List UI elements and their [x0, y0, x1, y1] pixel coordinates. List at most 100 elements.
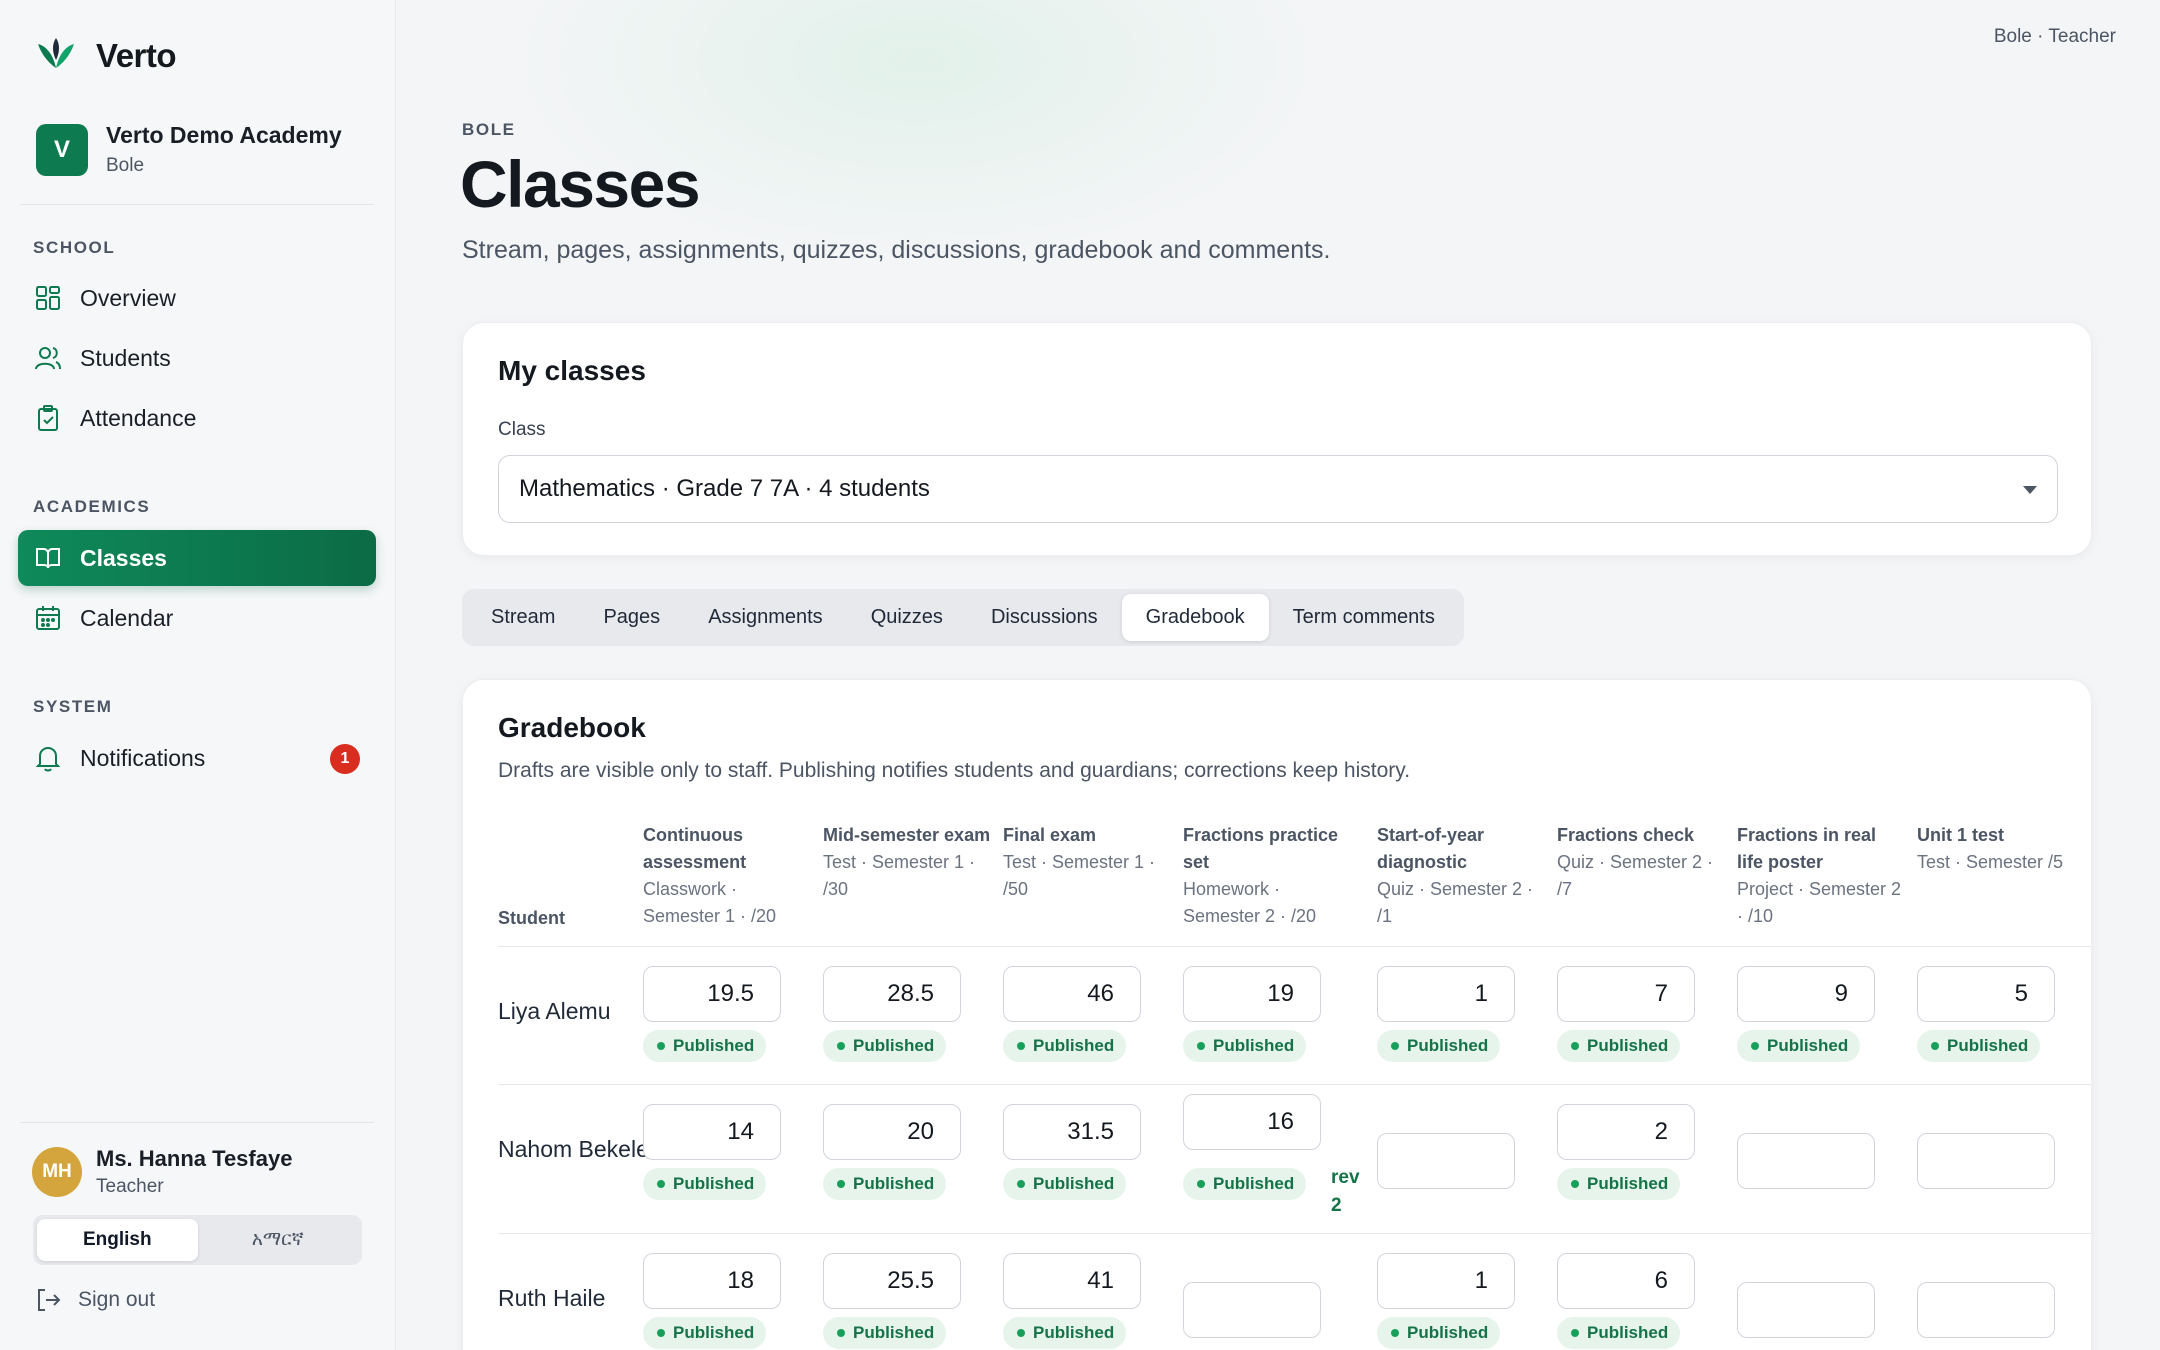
table-divider — [498, 946, 2091, 947]
score-input[interactable]: 18 — [643, 1253, 781, 1309]
sidebar-item-label: Students — [80, 344, 171, 371]
sidebar: Verto V Verto Demo Academy Bole SCHOOL O… — [0, 0, 396, 1350]
school-switcher[interactable]: V Verto Demo Academy Bole — [36, 122, 342, 177]
score-input[interactable] — [1377, 1133, 1515, 1189]
score-input[interactable] — [1917, 1282, 2055, 1338]
tab-discussions[interactable]: Discussions — [967, 594, 1122, 641]
users-icon — [35, 347, 61, 370]
notification-count-badge: 1 — [330, 744, 360, 774]
score-input[interactable]: 25.5 — [823, 1253, 961, 1309]
sidebar-item-label: Notifications — [80, 744, 206, 771]
score-input[interactable]: 46 — [1003, 966, 1141, 1022]
section-label-academics: ACADEMICS — [33, 497, 151, 516]
language-option-amharic[interactable]: አማርኛ — [198, 1219, 359, 1261]
status-badge: Published — [1183, 1030, 1307, 1062]
grid-icon — [36, 286, 60, 310]
tab-quizzes[interactable]: Quizzes — [847, 594, 967, 641]
topbar-user-label[interactable]: Bole · Teacher — [1994, 26, 2116, 48]
score-input[interactable]: 6 — [1557, 1253, 1695, 1309]
score-input[interactable]: 28.5 — [823, 966, 961, 1022]
page-eyebrow: BOLE — [462, 120, 516, 139]
status-badge: Published — [1557, 1168, 1681, 1200]
sidebar-item-overview[interactable]: Overview — [18, 270, 376, 326]
status-badge: Published — [643, 1030, 767, 1062]
score-input[interactable]: 20 — [823, 1104, 961, 1160]
column-meta: Test · Semester 1 · /50 — [1003, 852, 1156, 899]
score-input[interactable]: 14 — [643, 1104, 781, 1160]
column-meta: Quiz · Semester 2 · /1 — [1377, 879, 1534, 926]
sidebar-item-label: Classes — [80, 544, 167, 571]
class-tabs: Stream Pages Assignments Quizzes Discuss… — [462, 589, 1464, 646]
sidebar-item-label: Calendar — [80, 604, 174, 631]
sidebar-footer-divider — [20, 1122, 374, 1123]
class-select[interactable]: Mathematics · Grade 7 7A · 4 students — [498, 455, 2058, 523]
user-role: Teacher — [96, 1176, 164, 1197]
gradebook-column-header: Final exam Test · Semester 1 · /50 — [1003, 822, 1171, 903]
column-title: Continuous assessment — [643, 825, 747, 872]
book-open-icon — [36, 548, 60, 569]
revision-link[interactable]: rev 2 — [1331, 1164, 1371, 1220]
status-badge: Published — [1003, 1030, 1127, 1062]
score-input[interactable]: 1 — [1377, 966, 1515, 1022]
column-meta: Test · Semester 1 · /30 — [823, 852, 976, 899]
sign-out-button[interactable]: Sign out — [34, 1286, 155, 1314]
status-badge: Published — [1003, 1317, 1127, 1349]
column-meta: Quiz · Semester 2 · /7 — [1557, 852, 1714, 899]
score-input[interactable]: 19.5 — [643, 966, 781, 1022]
score-input[interactable]: 31.5 — [1003, 1104, 1141, 1160]
score-input[interactable]: 9 — [1737, 966, 1875, 1022]
brand[interactable]: Verto — [34, 34, 177, 78]
clipboard-check-icon — [38, 405, 58, 431]
status-badge: Published — [823, 1168, 947, 1200]
chevron-down-icon — [2023, 486, 2037, 494]
card-title: My classes — [498, 355, 646, 386]
score-input[interactable]: 19 — [1183, 966, 1321, 1022]
gradebook-column-header: Fractions in real life poster Project · S… — [1737, 822, 1905, 930]
page-title: Classes — [460, 147, 701, 221]
user-profile[interactable]: MH Ms. Hanna Tesfaye Teacher — [32, 1146, 292, 1198]
status-badge: Published — [643, 1168, 767, 1200]
score-input[interactable] — [1917, 1133, 2055, 1189]
score-input[interactable] — [1737, 1282, 1875, 1338]
status-badge: Published — [1377, 1317, 1501, 1349]
sidebar-item-label: Attendance — [80, 404, 197, 431]
score-input[interactable] — [1737, 1133, 1875, 1189]
tab-assignments[interactable]: Assignments — [684, 594, 847, 641]
brand-name: Verto — [96, 37, 177, 74]
score-input[interactable]: 41 — [1003, 1253, 1141, 1309]
tab-gradebook[interactable]: Gradebook — [1121, 594, 1269, 641]
sidebar-item-students[interactable]: Students — [18, 330, 376, 386]
section-label-school: SCHOOL — [33, 238, 116, 257]
gradebook-description: Drafts are visible only to staff. Publis… — [498, 759, 1411, 782]
score-input[interactable]: 16 — [1183, 1094, 1321, 1150]
sidebar-item-classes[interactable]: Classes — [18, 530, 376, 586]
sidebar-item-notifications[interactable]: Notifications 1 — [18, 730, 376, 786]
status-badge: Published — [823, 1030, 947, 1062]
column-title: Fractions practice set — [1183, 825, 1339, 872]
section-label-system: SYSTEM — [33, 697, 113, 716]
school-name: Verto Demo Academy — [106, 122, 342, 148]
sign-out-icon — [38, 1289, 61, 1311]
status-badge: Published — [643, 1317, 767, 1349]
sign-out-label: Sign out — [78, 1288, 156, 1311]
score-input[interactable]: 1 — [1377, 1253, 1515, 1309]
gradebook-column-header: Start-of-year diagnostic Quiz · Semester … — [1377, 822, 1545, 930]
student-column-header: Student — [498, 908, 565, 928]
column-meta: Classwork · Semester 1 · /20 — [643, 879, 777, 926]
score-input[interactable]: 2 — [1557, 1104, 1695, 1160]
column-meta: Test · Semester /5 — [1917, 852, 2064, 872]
tab-stream[interactable]: Stream — [467, 594, 579, 641]
status-badge: Published — [1737, 1030, 1861, 1062]
tab-term-comments[interactable]: Term comments — [1269, 594, 1459, 641]
sidebar-item-label: Overview — [80, 284, 176, 311]
student-name: Liya Alemu — [498, 998, 611, 1024]
score-input[interactable] — [1183, 1282, 1321, 1338]
language-option-english[interactable]: English — [37, 1219, 198, 1261]
tab-pages[interactable]: Pages — [579, 594, 684, 641]
language-switch: English አማርኛ — [33, 1215, 362, 1265]
score-input[interactable]: 7 — [1557, 966, 1695, 1022]
main-content: Bole · Teacher BOLE Classes Stream, page… — [397, 0, 2160, 1350]
score-input[interactable]: 5 — [1917, 966, 2055, 1022]
sidebar-item-calendar[interactable]: Calendar — [18, 590, 376, 646]
sidebar-item-attendance[interactable]: Attendance — [18, 390, 376, 446]
